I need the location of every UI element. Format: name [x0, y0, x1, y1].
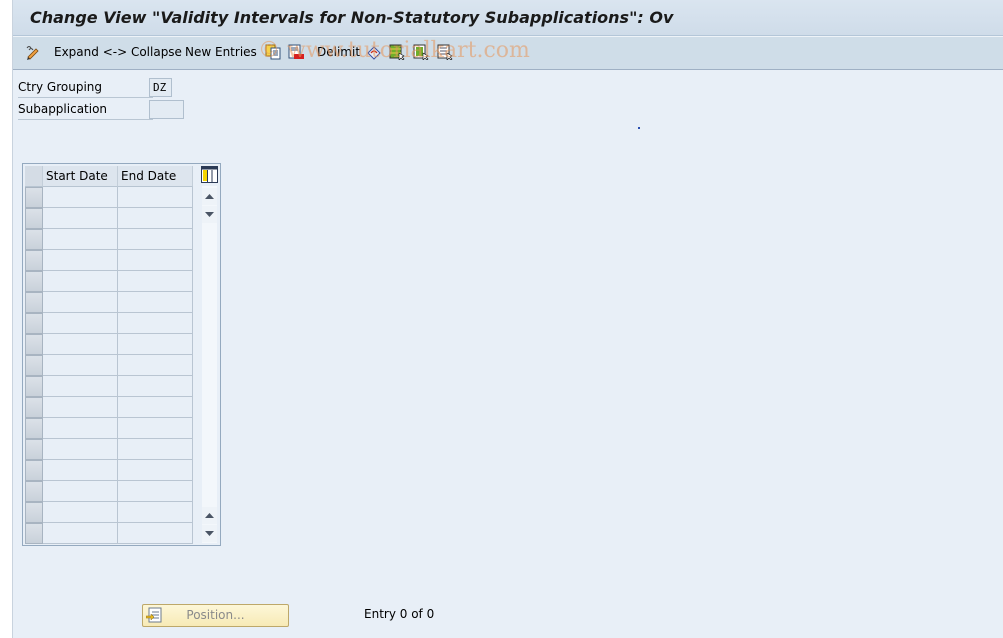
end-date-cell[interactable]: [118, 271, 193, 292]
deselect-all-icon[interactable]: [437, 44, 453, 61]
end-date-cell[interactable]: [118, 397, 193, 418]
ctry-grouping-field[interactable]: DZ: [149, 78, 172, 97]
row-selector[interactable]: [25, 271, 43, 292]
row-selector[interactable]: [25, 208, 43, 229]
scroll-up-top-button[interactable]: [202, 188, 217, 205]
start-date-cell[interactable]: [43, 334, 118, 355]
table-settings-icon[interactable]: [201, 166, 218, 183]
application-toolbar: Expand <-> Collapse New Entries Delimit: [13, 36, 1003, 70]
row-selector[interactable]: [25, 460, 43, 481]
position-button[interactable]: Position...: [142, 604, 289, 627]
cursor-dot: [638, 127, 640, 129]
end-date-cell[interactable]: [118, 439, 193, 460]
column-header-start-date[interactable]: Start Date: [43, 166, 118, 187]
undo-change-icon[interactable]: [366, 44, 382, 60]
scroll-up-bottom-button[interactable]: [202, 507, 217, 524]
scroll-down-bottom-button[interactable]: [202, 525, 217, 542]
select-all-rows-button[interactable]: [25, 166, 43, 187]
row-selector[interactable]: [25, 292, 43, 313]
delete-icon[interactable]: [288, 44, 304, 60]
end-date-cell[interactable]: [118, 418, 193, 439]
row-selector[interactable]: [25, 418, 43, 439]
start-date-cell[interactable]: [43, 460, 118, 481]
row-selector[interactable]: [25, 355, 43, 376]
end-date-cell[interactable]: [118, 292, 193, 313]
start-date-cell[interactable]: [43, 523, 118, 544]
delimit-button[interactable]: Delimit: [317, 37, 360, 69]
page-title: Change View "Validity Intervals for Non-…: [30, 8, 674, 27]
row-selector[interactable]: [25, 481, 43, 502]
subapplication-label: Subapplication: [18, 100, 153, 120]
end-date-cell[interactable]: [118, 187, 193, 208]
vertical-scrollbar[interactable]: [202, 186, 217, 543]
start-date-cell[interactable]: [43, 271, 118, 292]
title-bar: Change View "Validity Intervals for Non-…: [13, 0, 1003, 36]
end-date-cell[interactable]: [118, 313, 193, 334]
entry-count: Entry 0 of 0: [364, 607, 435, 621]
row-selector[interactable]: [25, 187, 43, 208]
end-date-cell[interactable]: [118, 355, 193, 376]
validity-intervals-table: Start Date End Date: [22, 163, 221, 546]
new-entries-button[interactable]: New Entries: [185, 37, 257, 69]
scroll-down-top-button[interactable]: [202, 206, 217, 223]
row-selector[interactable]: [25, 397, 43, 418]
start-date-cell[interactable]: [43, 502, 118, 523]
row-selector[interactable]: [25, 229, 43, 250]
end-date-cell[interactable]: [118, 376, 193, 397]
start-date-cell[interactable]: [43, 418, 118, 439]
row-selector[interactable]: [25, 502, 43, 523]
start-date-cell[interactable]: [43, 313, 118, 334]
copy-as-icon[interactable]: [265, 44, 281, 60]
expand-collapse-button[interactable]: Expand <-> Collapse: [54, 37, 182, 69]
ctry-grouping-label: Ctry Grouping: [18, 78, 153, 98]
edit-pencil-icon[interactable]: [25, 44, 41, 60]
start-date-cell[interactable]: [43, 187, 118, 208]
column-header-end-date[interactable]: End Date: [118, 166, 193, 187]
start-date-cell[interactable]: [43, 481, 118, 502]
start-date-cell[interactable]: [43, 376, 118, 397]
end-date-cell[interactable]: [118, 229, 193, 250]
row-selector[interactable]: [25, 334, 43, 355]
end-date-cell[interactable]: [118, 208, 193, 229]
row-selector[interactable]: [25, 250, 43, 271]
start-date-cell[interactable]: [43, 439, 118, 460]
select-all-icon[interactable]: [389, 44, 405, 61]
start-date-cell[interactable]: [43, 397, 118, 418]
end-date-cell[interactable]: [118, 481, 193, 502]
main-window: Change View "Validity Intervals for Non-…: [12, 0, 1003, 638]
start-date-cell[interactable]: [43, 250, 118, 271]
end-date-cell[interactable]: [118, 460, 193, 481]
end-date-cell[interactable]: [118, 250, 193, 271]
start-date-cell[interactable]: [43, 229, 118, 250]
select-block-icon[interactable]: [413, 44, 429, 61]
subapplication-field[interactable]: [149, 100, 184, 119]
start-date-cell[interactable]: [43, 355, 118, 376]
start-date-cell[interactable]: [43, 208, 118, 229]
end-date-cell[interactable]: [118, 334, 193, 355]
start-date-cell[interactable]: [43, 292, 118, 313]
row-selector[interactable]: [25, 313, 43, 334]
row-selector[interactable]: [25, 439, 43, 460]
row-selector[interactable]: [25, 376, 43, 397]
end-date-cell[interactable]: [118, 502, 193, 523]
end-date-cell[interactable]: [118, 523, 193, 544]
position-button-label: Position...: [186, 608, 245, 622]
row-selector[interactable]: [25, 523, 43, 544]
